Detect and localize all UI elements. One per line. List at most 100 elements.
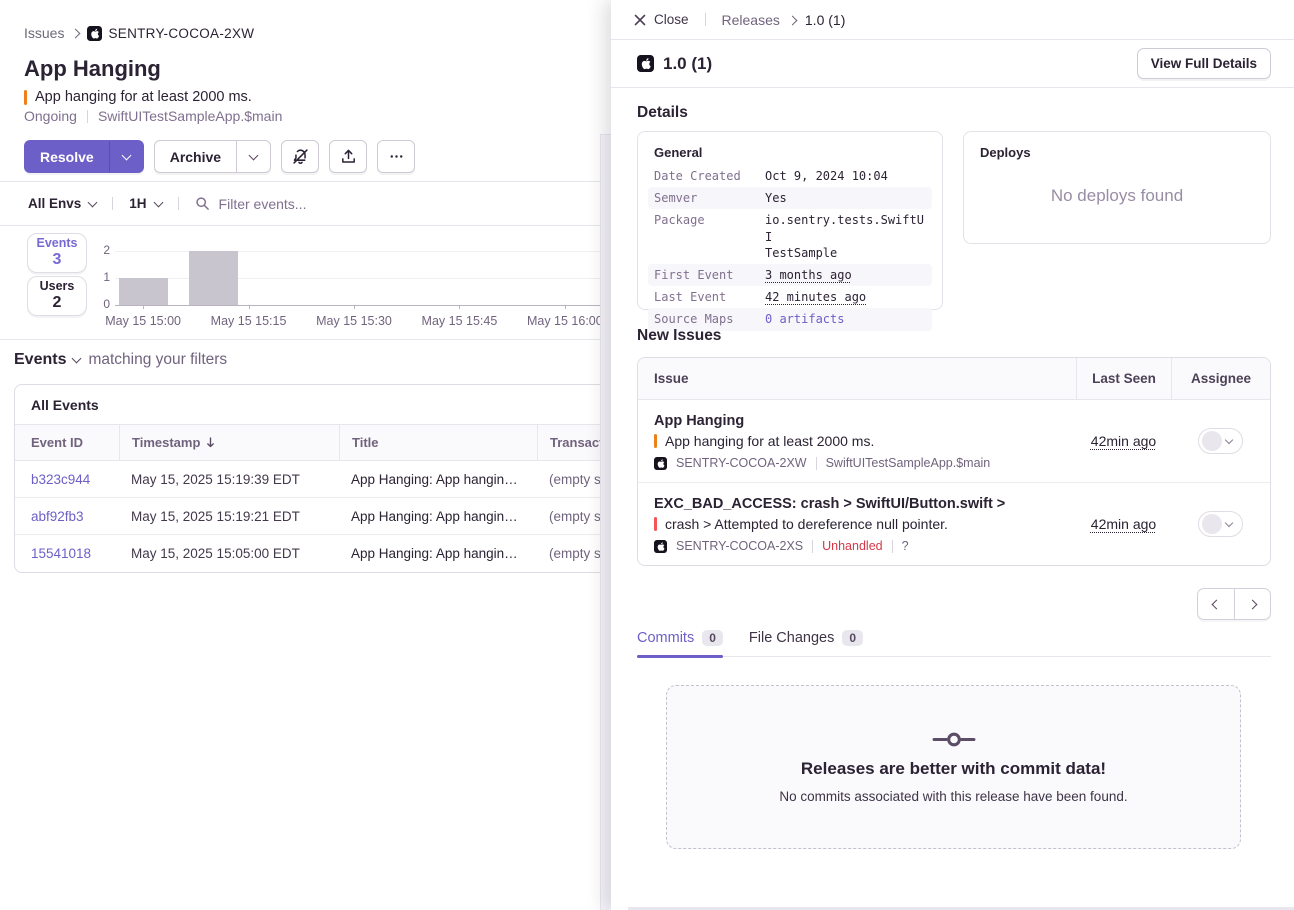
y-axis-label: 0: [88, 297, 110, 311]
apple-platform-icon: [654, 540, 667, 553]
new-issues-table: Issue Last Seen Assignee App Hanging App…: [637, 357, 1271, 566]
previous-page-button[interactable]: [1198, 589, 1234, 619]
commits-empty-message: No commits associated with this release …: [779, 789, 1127, 804]
tab-commits-label: Commits: [637, 630, 694, 646]
more-actions-button[interactable]: [377, 140, 415, 173]
event-id-link[interactable]: abf92fb3: [15, 509, 119, 524]
event-row[interactable]: 15541018 May 15, 2025 15:05:00 EDT App H…: [15, 535, 611, 572]
archive-button-label[interactable]: Archive: [155, 141, 236, 172]
breadcrumb-issues-link[interactable]: Issues: [24, 25, 64, 41]
resolve-button-label[interactable]: Resolve: [25, 141, 109, 172]
general-card-title: General: [654, 145, 926, 160]
level-warning-bar: [24, 90, 27, 105]
events-table-header: Event ID Timestamp Title Transaction: [15, 425, 611, 461]
new-issue-project: SENTRY-COCOA-2XS: [676, 539, 803, 553]
divider: [112, 197, 113, 210]
event-timestamp: May 15, 2025 15:19:39 EDT: [119, 472, 339, 487]
x-axis-label: May 15 15:45: [414, 314, 504, 328]
breadcrumb: Issues SENTRY-COCOA-2XW: [24, 25, 254, 41]
events-bar-chart: 012May 15 15:00May 15 15:15May 15 15:30M…: [0, 226, 611, 340]
general-card: General Date Created Oct 9, 2024 10:04 S…: [637, 131, 943, 310]
breadcrumb-project[interactable]: SENTRY-COCOA-2XW: [87, 26, 254, 41]
resolve-button[interactable]: Resolve: [24, 140, 144, 173]
column-timestamp[interactable]: Timestamp: [119, 425, 339, 460]
upload-icon: [340, 148, 357, 165]
general-row: Package io.sentry.tests.SwiftUI TestSamp…: [648, 209, 932, 264]
share-button[interactable]: [329, 140, 367, 173]
event-search: [195, 196, 611, 212]
chevron-down-icon: [1225, 435, 1233, 443]
event-timestamp: May 15, 2025 15:05:00 EDT: [119, 546, 339, 561]
filter-events-input[interactable]: [219, 196, 519, 212]
deploys-empty-message: No deploys found: [964, 186, 1270, 206]
details-heading: Details: [637, 104, 688, 122]
view-full-details-button[interactable]: View Full Details: [1137, 48, 1271, 79]
chevron-down-icon: [72, 354, 82, 364]
event-id-link[interactable]: 15541018: [15, 546, 119, 561]
new-issues-table-header: Issue Last Seen Assignee: [638, 358, 1270, 400]
release-drawer: Close Releases 1.0 (1) 1.0 (1) View Full…: [611, 0, 1294, 910]
unhandled-help[interactable]: ?: [902, 539, 909, 553]
y-axis-label: 2: [88, 243, 110, 257]
new-issue-title-link[interactable]: EXC_BAD_ACCESS: crash > SwiftUI/Button.s…: [654, 496, 1066, 512]
divider: [892, 540, 893, 553]
time-range-selector[interactable]: 1H: [129, 196, 161, 211]
commits-empty-state: Releases are better with commit data! No…: [666, 685, 1241, 849]
divider: [816, 457, 817, 470]
event-id-link[interactable]: b323c944: [15, 472, 119, 487]
event-row[interactable]: b323c944 May 15, 2025 15:19:39 EDT App H…: [15, 461, 611, 498]
x-axis-label: May 15 15:15: [204, 314, 294, 328]
issues-pagination: [1197, 588, 1271, 620]
search-icon: [195, 196, 210, 211]
tab-file-changes[interactable]: File Changes 0: [749, 627, 863, 656]
source-maps-link[interactable]: 0 artifacts: [765, 311, 926, 327]
new-issue-title-link[interactable]: App Hanging: [654, 413, 1066, 429]
deploys-card-title: Deploys: [980, 145, 1254, 160]
apple-platform-icon: [87, 26, 102, 41]
event-row[interactable]: abf92fb3 May 15, 2025 15:19:21 EDT App H…: [15, 498, 611, 535]
release-version: 1.0 (1): [663, 54, 712, 74]
next-page-button[interactable]: [1234, 589, 1270, 619]
issue-meta: Ongoing SwiftUITestSampleApp.$main: [24, 108, 282, 124]
chevron-right-icon: [1248, 600, 1258, 610]
new-issue-row: EXC_BAD_ACCESS: crash > SwiftUI/Button.s…: [638, 483, 1270, 565]
archive-button[interactable]: Archive: [154, 140, 271, 173]
drawer-breadcrumb-releases[interactable]: Releases: [722, 12, 780, 28]
archive-dropdown-button[interactable]: [236, 141, 270, 172]
general-row: Date Created Oct 9, 2024 10:04: [648, 165, 932, 187]
chart-bar: [189, 251, 238, 305]
chevron-right-icon: [71, 29, 81, 39]
chevron-down-icon: [1225, 518, 1233, 526]
new-issue-message: crash > Attempted to dereference null po…: [665, 516, 948, 532]
issue-message: App hanging for at least 2000 ms.: [24, 89, 252, 105]
column-event-id[interactable]: Event ID: [15, 425, 119, 460]
bell-slash-icon: [292, 148, 309, 165]
events-heading-dropdown[interactable]: Events: [14, 351, 80, 369]
event-timestamp: May 15, 2025 15:19:21 EDT: [119, 509, 339, 524]
resolve-dropdown-button[interactable]: [109, 141, 143, 172]
sort-desc-icon: [206, 437, 215, 448]
assignee-selector[interactable]: [1198, 511, 1243, 537]
new-issue-project: SENTRY-COCOA-2XW: [676, 456, 807, 470]
general-row: Last Event 42 minutes ago: [648, 286, 932, 308]
issue-annotation: SwiftUITestSampleApp.$main: [98, 108, 282, 124]
assignee-selector[interactable]: [1198, 428, 1243, 454]
environment-selector[interactable]: All Envs: [28, 196, 96, 211]
release-header: 1.0 (1) View Full Details: [611, 40, 1294, 88]
issue-status: Ongoing: [24, 108, 77, 124]
tab-file-changes-label: File Changes: [749, 630, 834, 646]
chevron-down-icon: [153, 197, 163, 207]
new-issue-message: App hanging for at least 2000 ms.: [665, 433, 874, 449]
chart-bar: [119, 278, 168, 305]
event-title: App Hanging: App hangin…: [339, 472, 537, 487]
filter-bar: All Envs 1H: [0, 181, 611, 226]
event-title: App Hanging: App hangin…: [339, 546, 537, 561]
tab-commits[interactable]: Commits 0: [637, 627, 723, 656]
close-icon: [634, 14, 646, 26]
apple-platform-icon: [654, 457, 667, 470]
x-axis-label: May 15 16:00: [520, 314, 610, 328]
drawer-close-button[interactable]: Close: [634, 12, 689, 27]
events-section-heading: Events matching your filters: [14, 351, 227, 369]
mute-button[interactable]: [281, 140, 319, 173]
column-title[interactable]: Title: [339, 425, 537, 460]
